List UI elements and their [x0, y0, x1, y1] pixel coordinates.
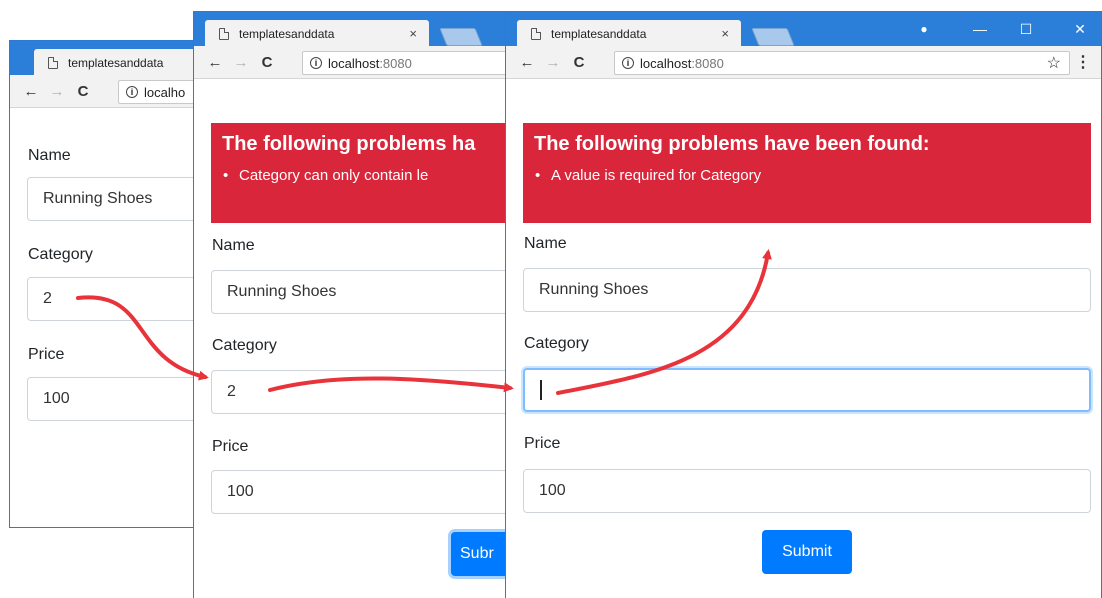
name-input[interactable]: Running Shoes — [523, 268, 1091, 312]
browser-window-2: templatesanddata × ← → C i localhost:808… — [193, 11, 513, 598]
name-label: Name — [28, 147, 71, 164]
info-icon[interactable]: i — [310, 57, 322, 69]
price-label: Price — [212, 438, 249, 455]
tab-templatesanddata[interactable]: templatesanddata × — [517, 20, 741, 47]
tab-templatesanddata[interactable]: templatesanddata × — [205, 20, 429, 47]
info-icon[interactable]: i — [126, 86, 138, 98]
category-label: Category — [212, 337, 277, 354]
tab-templatesanddata[interactable]: templatesanddata — [34, 49, 208, 76]
reload-button[interactable]: C — [70, 83, 96, 100]
alert-item: A value is required for Category — [535, 167, 761, 184]
tab-title: templatesanddata — [68, 55, 164, 70]
account-icon[interactable]: ● — [901, 12, 947, 46]
address-bar[interactable]: i localhost:8080 ☆ — [614, 51, 1070, 75]
new-tab-button[interactable] — [751, 28, 795, 46]
text-cursor — [540, 380, 542, 400]
name-input[interactable]: Running Shoes — [211, 270, 512, 314]
forward-button[interactable]: → — [44, 83, 70, 100]
address-bar[interactable]: i localhost:8080 — [302, 51, 512, 75]
browser-window-3: templatesanddata × ● — ☐ ✕ ← → C i local… — [505, 11, 1102, 598]
page-icon — [48, 56, 58, 69]
name-label: Name — [524, 235, 567, 252]
back-button[interactable]: ← — [18, 83, 44, 100]
page-content: The following problems have been found: … — [506, 80, 1101, 598]
price-input[interactable]: 100 — [27, 377, 208, 421]
category-input[interactable]: 2 — [27, 277, 208, 321]
address-text: localho — [144, 84, 186, 100]
alert-title: The following problems ha — [222, 133, 476, 155]
error-alert: The following problems ha Category can o… — [211, 123, 512, 223]
page-icon — [219, 27, 229, 40]
forward-button[interactable]: → — [540, 54, 566, 71]
price-label: Price — [28, 346, 65, 363]
submit-button[interactable]: Subr — [451, 532, 512, 576]
back-button[interactable]: ← — [202, 54, 228, 71]
alert-title: The following problems have been found: — [534, 133, 930, 155]
alert-item: Category can only contain le — [223, 167, 428, 184]
price-label: Price — [524, 435, 561, 452]
minimize-button[interactable]: — — [957, 12, 1003, 46]
tab-title: templatesanddata — [551, 26, 647, 41]
name-label: Name — [212, 237, 255, 254]
error-alert: The following problems have been found: … — [523, 123, 1091, 223]
address-port: :8080 — [691, 55, 724, 71]
toolbar: ← → C i localhost:8080 ☆ ⋮ — [506, 46, 1101, 79]
address-port: :8080 — [379, 55, 412, 71]
category-label: Category — [28, 246, 93, 263]
address-host: localhost — [328, 55, 380, 71]
toolbar: ← → C i localhost:8080 — [194, 46, 512, 79]
forward-button[interactable]: → — [228, 54, 254, 71]
close-button[interactable]: ✕ — [1057, 12, 1101, 46]
category-input[interactable] — [523, 368, 1091, 412]
page-content: Name Running Shoes Category 2 Price 100 — [10, 109, 208, 527]
address-host: localhost — [640, 55, 692, 71]
tab-title: templatesanddata — [239, 26, 335, 41]
new-tab-button[interactable] — [439, 28, 483, 46]
info-icon[interactable]: i — [622, 57, 634, 69]
category-label: Category — [524, 335, 589, 352]
page-icon — [531, 27, 541, 40]
reload-button[interactable]: C — [254, 54, 280, 71]
submit-button[interactable]: Submit — [762, 530, 852, 574]
page-content: The following problems ha Category can o… — [194, 80, 512, 598]
tab-close-button[interactable]: × — [721, 26, 729, 41]
bookmark-star-icon[interactable]: ☆ — [1047, 53, 1061, 73]
name-input[interactable]: Running Shoes — [27, 177, 208, 221]
tab-close-button[interactable]: × — [409, 26, 417, 41]
category-input[interactable]: 2 — [211, 370, 512, 414]
price-input[interactable]: 100 — [523, 469, 1091, 513]
back-button[interactable]: ← — [514, 54, 540, 71]
maximize-button[interactable]: ☐ — [1003, 12, 1049, 46]
price-input[interactable]: 100 — [211, 470, 512, 514]
reload-button[interactable]: C — [566, 54, 592, 71]
toolbar: ← → C i localho — [10, 75, 208, 108]
menu-icon[interactable]: ⋮ — [1075, 52, 1091, 72]
browser-window-1: templatesanddata ← → C i localho Name Ru… — [9, 40, 209, 528]
